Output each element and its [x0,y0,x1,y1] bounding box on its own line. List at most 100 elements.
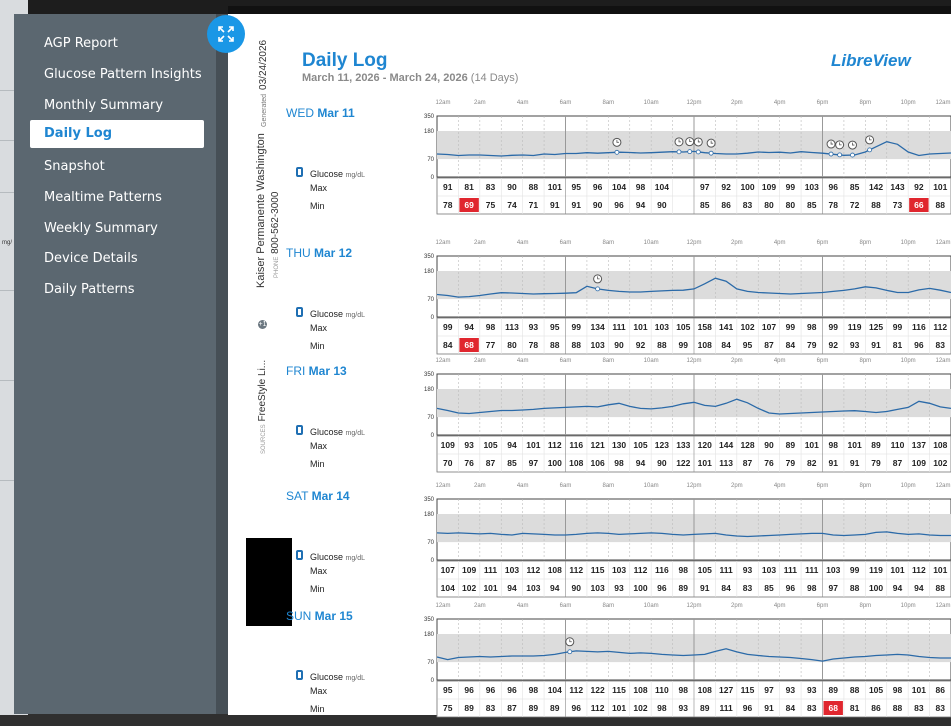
scan-point[interactable] [828,151,834,157]
max-value-cell: 108 [698,685,712,695]
max-value-cell: 112 [912,565,926,575]
scan-point[interactable] [708,150,714,156]
min-value-cell: 102 [633,703,647,713]
max-value-cell: 93 [807,685,817,695]
daily-glucose-chart: 12am 2am 4am 6am 8am 10am 12pm 2pm 4pm 6pm 8pm 10pm… [406,96,951,218]
time-label: 2pm [731,240,743,246]
scan-point[interactable] [567,649,573,655]
expand-button[interactable] [207,15,245,53]
scan-point[interactable] [867,147,873,153]
time-label: 10am [644,100,659,106]
time-label: 4pm [774,603,786,609]
day-block: WED Mar 11 Glucose mg/dL Max Min 12am 2am 4am 6… [228,96,951,218]
max-value-cell: 108 [548,565,562,575]
max-value-cell: 91 [443,182,453,192]
max-value-cell: 111 [612,322,626,332]
time-label: 6pm [817,483,829,489]
max-value-cell: 102 [740,322,754,332]
day-weekday: SUN [286,609,315,623]
max-value-cell: 109 [462,565,476,575]
max-value-cell: 98 [679,565,689,575]
scan-point[interactable] [687,149,693,155]
max-value-cell: 100 [740,182,754,192]
max-value-cell: 96 [464,685,474,695]
max-value-cell: 99 [828,322,838,332]
sidebar-item-agp-report[interactable]: AGP Report [30,30,204,58]
sensor-icon [296,307,303,317]
sidebar-item-glucose-pattern-insights[interactable]: Glucose Pattern Insights [30,61,204,89]
time-label: 10pm [901,100,916,106]
sidebar-item-weekly-summary[interactable]: Weekly Summary [30,215,204,243]
max-value-cell: 95 [571,182,581,192]
time-label: 4am [517,358,529,364]
max-value-cell: 103 [805,182,819,192]
min-value-cell: 89 [679,583,689,593]
max-value-cell: 83 [486,182,496,192]
day-date: Mar 12 [314,246,353,260]
min-value-cell: 74 [507,200,517,210]
time-label: 4am [517,603,529,609]
min-value-cell: 85 [764,583,774,593]
time-label: 10am [644,240,659,246]
sensor-icon [296,425,303,435]
max-value-cell: 93 [786,685,796,695]
time-label: 10pm [901,603,916,609]
scan-point[interactable] [614,149,620,155]
max-value-cell: 98 [828,440,838,450]
glucose-unit: mg/dL [345,675,365,682]
min-value-cell: 106 [591,458,605,468]
sidebar-item-daily-patterns[interactable]: Daily Patterns [30,276,204,304]
min-value-cell: 91 [850,458,860,468]
max-value-cell: 116 [569,440,583,450]
time-label: 12pm [686,100,701,106]
min-value-cell: 95 [743,340,753,350]
day-block: FRI Mar 13 Glucose mg/dL Max Min 12am 2am 4am 6… [228,354,951,476]
max-value-cell: 125 [869,322,883,332]
sidebar-item-device-details[interactable]: Device Details [30,245,204,273]
max-value-cell: 86 [936,685,946,695]
min-value-cell: 84 [786,703,796,713]
max-value-cell: 99 [786,322,796,332]
max-value-cell: 98 [486,322,496,332]
sidebar-item-daily-log[interactable]: Daily Log [30,120,204,148]
sidebar-item-snapshot[interactable]: Snapshot [30,153,204,181]
time-label: 2pm [731,603,743,609]
max-label: Max [310,183,328,193]
min-value-cell: 80 [786,200,796,210]
day-block: THU Mar 12 Glucose mg/dL Max Min 12am 2am 4am 6… [228,236,951,358]
y-tick-label: 70 [427,415,434,421]
max-value-cell: 101 [933,182,947,192]
max-value-cell: 89 [828,685,838,695]
scan-point[interactable] [595,286,601,292]
min-value-cell: 84 [721,340,731,350]
scan-point[interactable] [850,152,855,158]
min-value-cell: 113 [719,458,733,468]
day-date: Mar 15 [314,609,353,623]
time-label: 8am [602,603,614,609]
glucose-chart-svg: 12am 2am 4am 6am 8am 10am 12pm 2pm 4pm 6pm 8pm 10pm… [424,483,951,598]
min-value-cell: 87 [893,458,903,468]
max-value-cell: 112 [548,440,562,450]
min-value-cell: 88 [936,583,946,593]
scan-point[interactable] [695,149,701,155]
min-value-cell: 87 [743,458,753,468]
sidebar-item-mealtime-patterns[interactable]: Mealtime Patterns [30,184,204,212]
time-label: 2am [474,483,486,489]
time-label: 6pm [817,100,829,106]
y-tick-label: 350 [424,372,435,378]
time-label: 12am [435,240,450,246]
time-label: 6am [560,100,572,106]
min-value-cell: 91 [828,458,838,468]
max-value-cell: 119 [869,565,883,575]
max-value-cell: 101 [548,182,562,192]
max-value-cell: 134 [591,322,605,332]
max-value-cell: 112 [933,322,947,332]
scan-point[interactable] [676,149,682,155]
time-label: 2am [474,603,486,609]
max-value-cell: 115 [741,685,755,695]
scan-point[interactable] [837,152,843,158]
report-top-bar [228,6,951,14]
max-value-cell: 111 [805,565,819,575]
y-tick-label: 350 [424,617,435,623]
sidebar-item-monthly-summary[interactable]: Monthly Summary [30,92,204,120]
